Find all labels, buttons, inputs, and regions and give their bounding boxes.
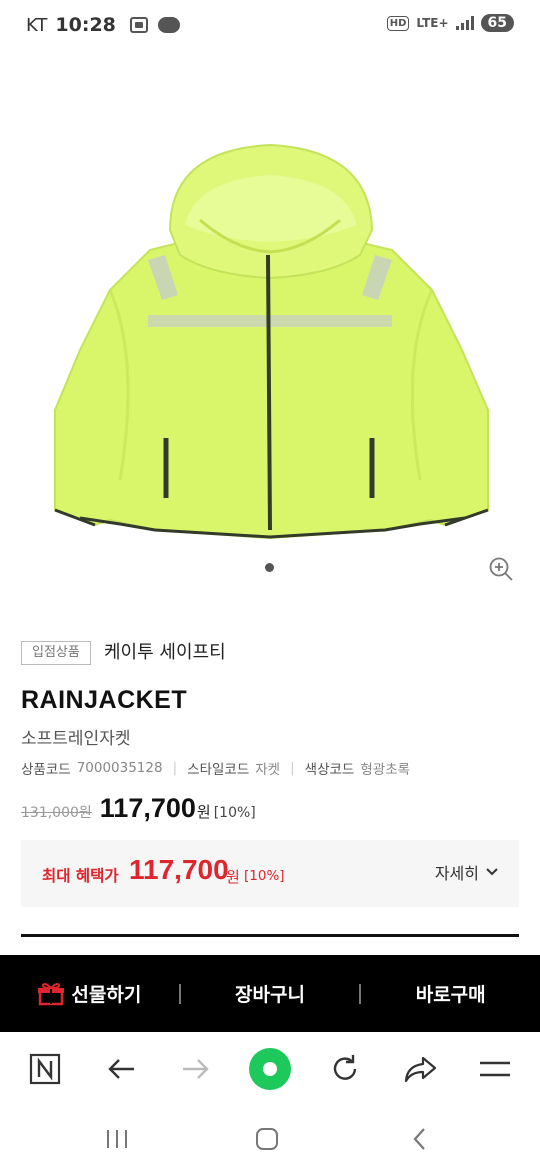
rain-jacket-image: [54, 143, 489, 540]
max-benefit-label: 최대 혜택가: [42, 867, 119, 885]
browser-toolbar: [0, 1032, 540, 1104]
color-code-label: 색상코드: [304, 762, 355, 778]
carousel-dot[interactable]: [265, 563, 274, 572]
screenshot-icon: [129, 17, 148, 33]
max-benefit-discount: [10%]: [244, 868, 285, 884]
lte-icon: LTE+: [416, 16, 449, 30]
gift-icon: [38, 982, 65, 1005]
gift-label: 선물하기: [71, 984, 142, 1006]
product-code-label: 상품코드: [21, 762, 71, 778]
status-right: HD LTE+ 65: [386, 14, 514, 32]
recent-apps-icon[interactable]: [102, 1124, 132, 1154]
product-codes: 상품코드 7000035128 | 스타일코드 자켓 | 색상코드 형광초록: [21, 758, 410, 778]
cart-button[interactable]: 장바구니: [181, 955, 360, 1032]
naver-n-icon[interactable]: [25, 1049, 65, 1089]
chat-bubble-icon: [157, 17, 180, 33]
style-code-value: 자켓: [255, 762, 281, 778]
price-row: 131,000원 117,700 원 [10%]: [21, 793, 256, 824]
section-divider: [21, 934, 519, 937]
status-bar: KT 10:28 HD LTE+ 65: [0, 0, 540, 52]
zoom-in-icon[interactable]: [488, 556, 514, 582]
status-clock: 10:28: [55, 14, 116, 36]
product-image[interactable]: [0, 100, 540, 560]
forward-arrow-icon[interactable]: [176, 1049, 216, 1089]
buy-now-button[interactable]: 바로구매: [361, 955, 540, 1032]
refresh-icon[interactable]: [325, 1049, 365, 1089]
max-benefit-box: 최대 혜택가 117,700 원 [10%] 자세히: [21, 840, 519, 907]
menu-icon[interactable]: [475, 1049, 515, 1089]
style-code-label: 스타일코드: [187, 762, 250, 778]
code-separator: |: [290, 760, 295, 776]
sale-price-unit: 원: [196, 803, 211, 821]
chevron-down-icon: [486, 868, 498, 876]
signal-icon: [455, 16, 474, 30]
sale-discount: [10%]: [213, 805, 256, 821]
cart-label: 장바구니: [235, 984, 305, 1006]
color-code-value: 형광초록: [360, 762, 411, 778]
code-separator: |: [172, 760, 178, 776]
battery-icon: 65: [480, 14, 514, 32]
benefit-detail-label: 자세히: [434, 864, 479, 883]
original-price: 131,000원: [21, 805, 92, 821]
back-icon[interactable]: [405, 1124, 435, 1154]
share-icon[interactable]: [400, 1049, 440, 1089]
product-subtitle: 소프트레인자켓: [21, 729, 131, 749]
hd-voice-icon: HD: [386, 15, 410, 31]
gift-button[interactable]: 선물하기: [0, 955, 179, 1032]
buy-now-label: 바로구매: [415, 984, 486, 1006]
status-left: KT 10:28: [26, 14, 180, 36]
product-code-value: 7000035128: [76, 760, 163, 776]
back-arrow-icon[interactable]: [101, 1049, 141, 1089]
max-benefit-price: 117,700: [129, 854, 229, 885]
system-nav-bar: [0, 1104, 540, 1170]
purchase-bar: 선물하기 장바구니 바로구매: [0, 955, 540, 1032]
sale-price: 117,700: [99, 793, 196, 823]
product-title: RAINJACKET: [21, 686, 188, 714]
benefit-detail-button[interactable]: 자세히: [435, 860, 499, 884]
carrier-label: KT: [26, 14, 48, 36]
max-benefit-unit: 원: [226, 868, 240, 886]
store-badge: 입점상품: [21, 641, 91, 665]
home-green-icon[interactable]: [248, 1047, 292, 1091]
home-icon[interactable]: [252, 1124, 282, 1154]
brand-name[interactable]: 케이투 세이프티: [104, 641, 226, 665]
